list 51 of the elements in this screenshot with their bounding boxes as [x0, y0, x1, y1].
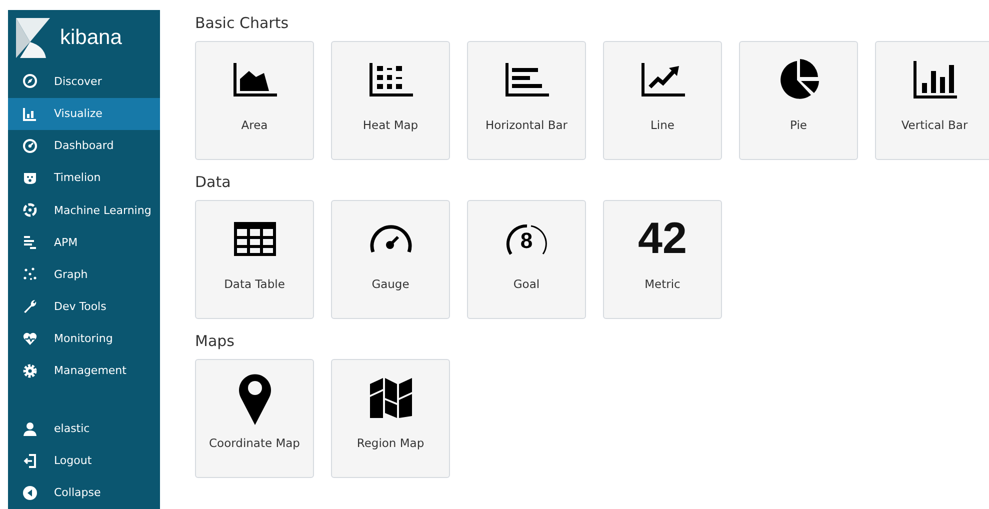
- table-icon: [232, 221, 276, 257]
- line-chart-icon: [640, 63, 684, 97]
- dots-icon: [22, 266, 38, 282]
- visualization-card[interactable]: Gauge: [331, 200, 450, 319]
- nav-item[interactable]: Management: [8, 354, 160, 387]
- nav-item[interactable]: elastic: [8, 412, 160, 445]
- nav-item[interactable]: Machine Learning: [8, 194, 160, 226]
- logo-icon: [16, 18, 50, 58]
- logo-text: kibana: [60, 26, 122, 50]
- visualization-card[interactable]: Coordinate Map: [195, 359, 314, 478]
- heart-pulse-icon: [22, 330, 38, 347]
- nav-item[interactable]: Graph: [8, 258, 160, 290]
- visualization-card[interactable]: Area: [195, 41, 314, 160]
- visualization-card[interactable]: 42 Metric: [603, 200, 722, 319]
- settings-icon: [22, 362, 38, 379]
- visualization-card[interactable]: Heat Map: [331, 41, 450, 160]
- bar-chart-icon: [22, 106, 38, 122]
- user-icon: [22, 420, 38, 437]
- gauge-icon: [368, 224, 412, 254]
- visualization-card[interactable]: Line: [603, 41, 722, 160]
- nav-item[interactable]: Monitoring: [8, 322, 160, 355]
- nav-item[interactable]: Dashboard: [8, 130, 160, 162]
- nav-item[interactable]: Logout: [8, 444, 160, 477]
- logout-icon: [22, 452, 38, 469]
- section-title: Data: [195, 172, 232, 192]
- dashed-circle-icon: [22, 202, 38, 218]
- visualization-card[interactable]: Data Table: [195, 200, 314, 319]
- visualization-card[interactable]: 8 Goal: [467, 200, 586, 319]
- area-chart-icon: [232, 63, 276, 97]
- visualization-card[interactable]: Region Map: [331, 359, 450, 478]
- nav-item[interactable]: Dev Tools: [8, 290, 160, 323]
- nav-item[interactable]: Timelion: [8, 162, 160, 194]
- nav-item[interactable]: Discover: [8, 65, 160, 98]
- visualization-card[interactable]: Horizontal Bar: [467, 41, 586, 160]
- metric-value: 42: [638, 217, 687, 261]
- nav-item[interactable]: Visualize: [8, 98, 160, 130]
- visualization-card[interactable]: Vertical Bar: [875, 41, 989, 160]
- nav-item[interactable]: Collapse: [8, 476, 160, 509]
- bars-icon: [22, 234, 38, 250]
- heat-map-icon: [368, 63, 412, 97]
- folded-map-icon: [368, 376, 412, 420]
- horizontal-bar-chart-icon: [504, 63, 548, 97]
- compass-icon: [22, 73, 38, 90]
- visualization-card[interactable]: Pie: [739, 41, 858, 160]
- nav-item[interactable]: APM: [8, 226, 160, 258]
- gauge-icon: [22, 138, 38, 154]
- vertical-bar-chart-icon: [912, 61, 956, 99]
- wrench-icon: [22, 298, 38, 314]
- section-title: Basic Charts: [195, 13, 290, 33]
- section-title: Maps: [195, 331, 236, 351]
- collapse-icon: [22, 484, 38, 501]
